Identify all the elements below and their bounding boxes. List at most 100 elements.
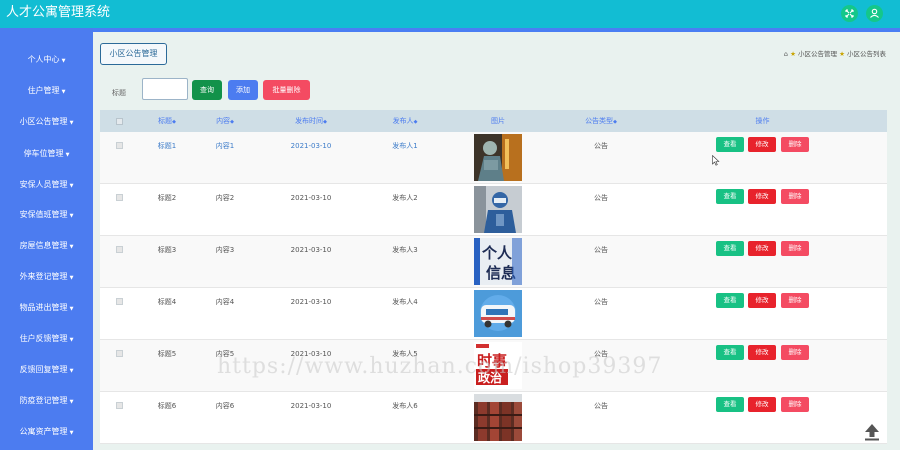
row-checkbox[interactable] — [116, 194, 123, 201]
cell-time: 2021-03-10 — [290, 402, 332, 410]
column-header-label: 图片 — [491, 117, 505, 125]
batch-delete-button[interactable]: 批量删除 — [263, 80, 310, 100]
row-checkbox[interactable] — [116, 246, 123, 253]
notice-image — [474, 290, 522, 337]
cell-publisher: 发布人2 — [392, 194, 418, 202]
sort-icon[interactable]: ◆ — [172, 119, 176, 125]
query-button[interactable]: 查询 — [192, 80, 222, 100]
table-header: 标题◆ 内容◆ 发布时间◆ 发布人◆ 图片 公告类型◆ 操作 — [100, 110, 887, 132]
user-icon[interactable] — [866, 5, 883, 22]
sidebar-item[interactable]: 个人中心 ▼ — [0, 50, 93, 70]
view-button[interactable]: 查看 — [716, 293, 744, 308]
delete-button[interactable]: 删除 — [781, 397, 809, 412]
edit-button[interactable]: 修改 — [748, 137, 776, 152]
chevron-down-icon: ▼ — [61, 89, 66, 95]
column-header-label: 发布时间 — [295, 117, 324, 125]
column-header: 操作 — [716, 110, 809, 132]
fullscreen-icon[interactable] — [841, 5, 858, 22]
sort-icon[interactable]: ◆ — [414, 119, 418, 125]
sidebar-item[interactable]: 房屋信息管理 ▼ — [0, 236, 93, 256]
cell-content: 内容4 — [215, 298, 235, 306]
sidebar-item[interactable]: 停车位管理 ▼ — [0, 144, 93, 164]
notice-image — [474, 134, 522, 181]
delete-button[interactable]: 删除 — [781, 345, 809, 360]
sidebar-item[interactable]: 公寓资产管理 ▼ — [0, 422, 93, 442]
sidebar-item[interactable]: 防疫登记管理 ▼ — [0, 391, 93, 411]
sort-icon[interactable]: ◆ — [613, 119, 617, 125]
select-all-checkbox[interactable] — [116, 118, 123, 125]
main-content: 小区公告管理 ⌂ ★ 小区公告管理 ★ 小区公告列表 标题 查询 添加 批量删除… — [93, 28, 900, 450]
sort-icon[interactable]: ◆ — [323, 119, 327, 125]
row-checkbox[interactable] — [116, 350, 123, 357]
breadcrumb-item: 小区公告列表 — [847, 50, 886, 58]
add-button[interactable]: 添加 — [228, 80, 258, 100]
sidebar-item[interactable]: 安保值班管理 ▼ — [0, 205, 93, 225]
view-button[interactable]: 查看 — [716, 345, 744, 360]
chevron-down-icon: ▼ — [69, 368, 74, 374]
edit-button[interactable]: 修改 — [748, 241, 776, 256]
back-to-top-icon[interactable] — [864, 423, 880, 441]
sidebar-item-label: 物品进出管理 — [19, 303, 68, 312]
delete-button[interactable]: 删除 — [781, 189, 809, 204]
column-header[interactable]: 发布人◆ — [370, 110, 440, 132]
chevron-down-icon: ▼ — [69, 337, 74, 343]
mouse-cursor-icon — [712, 155, 720, 166]
sidebar-item-label: 住户反馈管理 — [19, 334, 68, 343]
sidebar-item[interactable]: 小区公告管理 ▼ — [0, 112, 93, 132]
cell-content: 内容2 — [215, 194, 235, 202]
sidebar-item[interactable]: 住户管理 ▼ — [0, 81, 93, 101]
watermark: https://www.huzhan.com/ishop39397 — [217, 354, 663, 379]
sidebar-item-label: 个人中心 — [27, 55, 60, 64]
sidebar-item[interactable]: 住户反馈管理 ▼ — [0, 329, 93, 349]
sidebar-item-label: 房屋信息管理 — [19, 241, 68, 250]
breadcrumb-item[interactable]: 小区公告管理 — [798, 50, 837, 58]
search-input[interactable] — [142, 78, 188, 100]
sidebar-item[interactable]: 物品进出管理 ▼ — [0, 298, 93, 318]
view-button[interactable]: 查看 — [716, 241, 744, 256]
cell-title: 标题6 — [157, 402, 177, 410]
sidebar-item-label: 安保值班管理 — [19, 210, 68, 219]
edit-button[interactable]: 修改 — [748, 397, 776, 412]
notice-image: 个人 信息 — [474, 238, 522, 285]
column-header[interactable]: 内容◆ — [202, 110, 248, 132]
cell-title: 标题4 — [157, 298, 177, 306]
column-header[interactable]: 公告类型◆ — [565, 110, 637, 132]
row-checkbox[interactable] — [116, 298, 123, 305]
delete-button[interactable]: 删除 — [781, 137, 809, 152]
edit-button[interactable]: 修改 — [748, 293, 776, 308]
table-row: 标题6 内容6 2021-03-10 发布人6 公告 查看 修改 删除 — [100, 392, 887, 444]
table-row: 标题1 内容1 2021-03-10 发布人1 公告 查看 修改 删除 — [100, 132, 887, 184]
column-header: 图片 — [473, 110, 523, 132]
star-icon: ★ — [790, 50, 796, 58]
notice-table: 标题◆ 内容◆ 发布时间◆ 发布人◆ 图片 公告类型◆ 操作 标题1 内容1 2021-03-1… — [100, 110, 887, 444]
sort-icon[interactable]: ◆ — [230, 119, 234, 125]
breadcrumb-current[interactable]: 小区公告管理 — [100, 43, 167, 65]
cell-title: 标题1 — [157, 142, 177, 150]
star-icon: ★ — [839, 50, 845, 58]
cell-time: 2021-03-10 — [290, 298, 332, 306]
chevron-down-icon: ▼ — [69, 120, 74, 126]
column-header[interactable]: 标题◆ — [144, 110, 190, 132]
sidebar-item-label: 反馈回复管理 — [19, 365, 68, 374]
column-header[interactable]: 发布时间◆ — [275, 110, 347, 132]
delete-button[interactable]: 删除 — [781, 241, 809, 256]
edit-button[interactable]: 修改 — [748, 345, 776, 360]
table-row: 标题2 内容2 2021-03-10 发布人2 公告 查看 修改 删除 — [100, 184, 887, 236]
sidebar-item[interactable]: 安保人员管理 ▼ — [0, 175, 93, 195]
view-button[interactable]: 查看 — [716, 189, 744, 204]
row-checkbox[interactable] — [116, 142, 123, 149]
view-button[interactable]: 查看 — [716, 397, 744, 412]
breadcrumb: ⌂ ★ 小区公告管理 ★ 小区公告列表 — [784, 49, 886, 59]
sidebar-item[interactable]: 反馈回复管理 ▼ — [0, 360, 93, 380]
cell-content: 内容3 — [215, 246, 235, 254]
view-button[interactable]: 查看 — [716, 137, 744, 152]
sidebar-item[interactable]: 外来登记管理 ▼ — [0, 267, 93, 287]
table-row: 标题3 内容3 2021-03-10 发布人3 公告 个人 信息 查看 修改 删除 — [100, 236, 887, 288]
edit-button[interactable]: 修改 — [748, 189, 776, 204]
delete-button[interactable]: 删除 — [781, 293, 809, 308]
row-checkbox[interactable] — [116, 402, 123, 409]
cell-time: 2021-03-10 — [290, 246, 332, 254]
column-header-label: 操作 — [755, 117, 770, 125]
column-header-label: 标题 — [158, 117, 173, 125]
home-icon[interactable]: ⌂ — [784, 50, 788, 58]
